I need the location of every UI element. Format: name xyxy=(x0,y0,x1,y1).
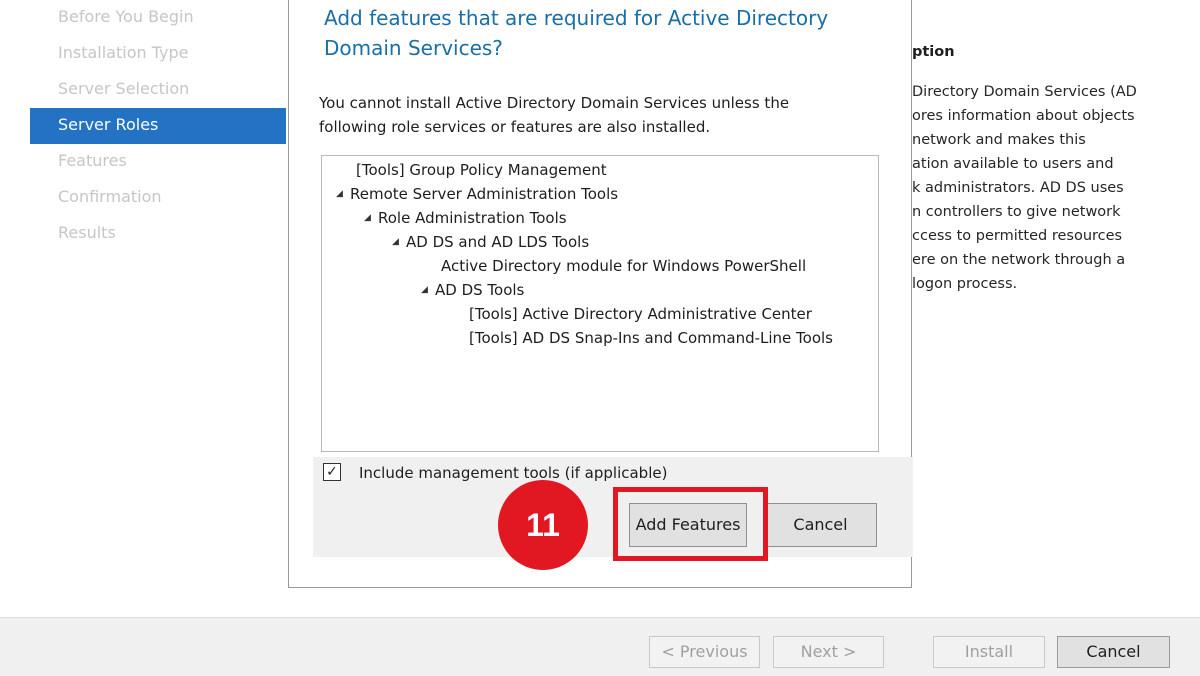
description-line: network and makes this xyxy=(912,132,1086,148)
tree-item: [Tools] Group Policy Management xyxy=(356,158,607,182)
tree-item-label: AD DS and AD LDS Tools xyxy=(406,233,590,251)
tree-item[interactable]: ◢ AD DS Tools xyxy=(421,278,524,302)
expand-arrow-icon[interactable]: ◢ xyxy=(421,278,435,302)
add-features-highlight-box xyxy=(613,487,768,561)
tree-item: [Tools] AD DS Snap-Ins and Command-Line … xyxy=(469,326,833,350)
description-line: ores information about objects xyxy=(912,108,1135,124)
description-heading: ption xyxy=(912,44,955,60)
nav-step-features[interactable]: Features xyxy=(30,144,286,180)
tree-item[interactable]: ◢ Remote Server Administration Tools xyxy=(336,182,618,206)
install-button[interactable]: Install xyxy=(933,636,1045,668)
dialog-title: Add features that are required for Activ… xyxy=(324,3,844,63)
previous-button[interactable]: < Previous xyxy=(649,636,760,668)
description-line: ccess to permitted resources xyxy=(912,228,1123,244)
tree-item-label: Role Administration Tools xyxy=(378,209,567,227)
tree-item-label: [Tools] Active Directory Administrative … xyxy=(469,305,812,323)
wizard-footer: < Previous Next > Install Cancel xyxy=(0,617,1200,676)
tree-item-label: AD DS Tools xyxy=(435,281,525,299)
tree-item-label: [Tools] AD DS Snap-Ins and Command-Line … xyxy=(469,329,833,347)
description-line: n controllers to give network xyxy=(912,204,1121,220)
tree-item: [Tools] Active Directory Administrative … xyxy=(469,302,812,326)
next-button[interactable]: Next > xyxy=(773,636,884,668)
description-line: Directory Domain Services (AD xyxy=(912,84,1137,100)
tree-item-label: Active Directory module for Windows Powe… xyxy=(441,257,807,275)
dialog-cancel-button[interactable]: Cancel xyxy=(764,503,877,547)
nav-step-before-you-begin[interactable]: Before You Begin xyxy=(30,0,286,36)
expand-arrow-icon[interactable]: ◢ xyxy=(392,230,406,254)
expand-arrow-icon[interactable]: ◢ xyxy=(364,206,378,230)
nav-step-server-selection[interactable]: Server Selection xyxy=(30,72,286,108)
step-number-badge: 11 xyxy=(498,480,588,570)
description-line: ere on the network through a xyxy=(912,252,1126,268)
dialog-message-line: You cannot install Active Directory Doma… xyxy=(319,94,790,112)
expand-arrow-icon[interactable]: ◢ xyxy=(336,182,350,206)
nav-step-server-roles[interactable]: Server Roles xyxy=(30,108,286,144)
required-features-tree[interactable]: [Tools] Group Policy Management ◢ Remote … xyxy=(321,155,879,452)
nav-step-results[interactable]: Results xyxy=(30,216,286,252)
description-line: ation available to users and xyxy=(912,156,1114,172)
description-line: logon process. xyxy=(912,276,1018,292)
dialog-title-line: Domain Services? xyxy=(324,36,503,60)
tree-item[interactable]: ◢ Role Administration Tools xyxy=(364,206,567,230)
wizard-step-nav: Before You Begin Installation Type Serve… xyxy=(30,0,286,252)
nav-step-installation-type[interactable]: Installation Type xyxy=(30,36,286,72)
dialog-message-line: following role services or features are … xyxy=(319,118,711,136)
include-tools-label[interactable]: Include management tools (if applicable) xyxy=(359,461,667,485)
nav-step-confirmation[interactable]: Confirmation xyxy=(30,180,286,216)
description-line: k administrators. AD DS uses xyxy=(912,180,1124,196)
dialog-title-line: Add features that are required for Activ… xyxy=(324,6,829,30)
dialog-message: You cannot install Active Directory Doma… xyxy=(319,91,849,139)
tree-item[interactable]: ◢ AD DS and AD LDS Tools xyxy=(392,230,589,254)
tree-item-label: [Tools] Group Policy Management xyxy=(356,161,607,179)
wizard-cancel-button[interactable]: Cancel xyxy=(1057,636,1170,668)
tree-item-label: Remote Server Administration Tools xyxy=(350,185,619,203)
description-text: Directory Domain Services (AD ores infor… xyxy=(912,80,1182,296)
add-features-dialog: Add features that are required for Activ… xyxy=(288,0,913,588)
tree-item: Active Directory module for Windows Powe… xyxy=(441,254,806,278)
include-tools-checkbox[interactable]: ✓ xyxy=(323,463,341,481)
